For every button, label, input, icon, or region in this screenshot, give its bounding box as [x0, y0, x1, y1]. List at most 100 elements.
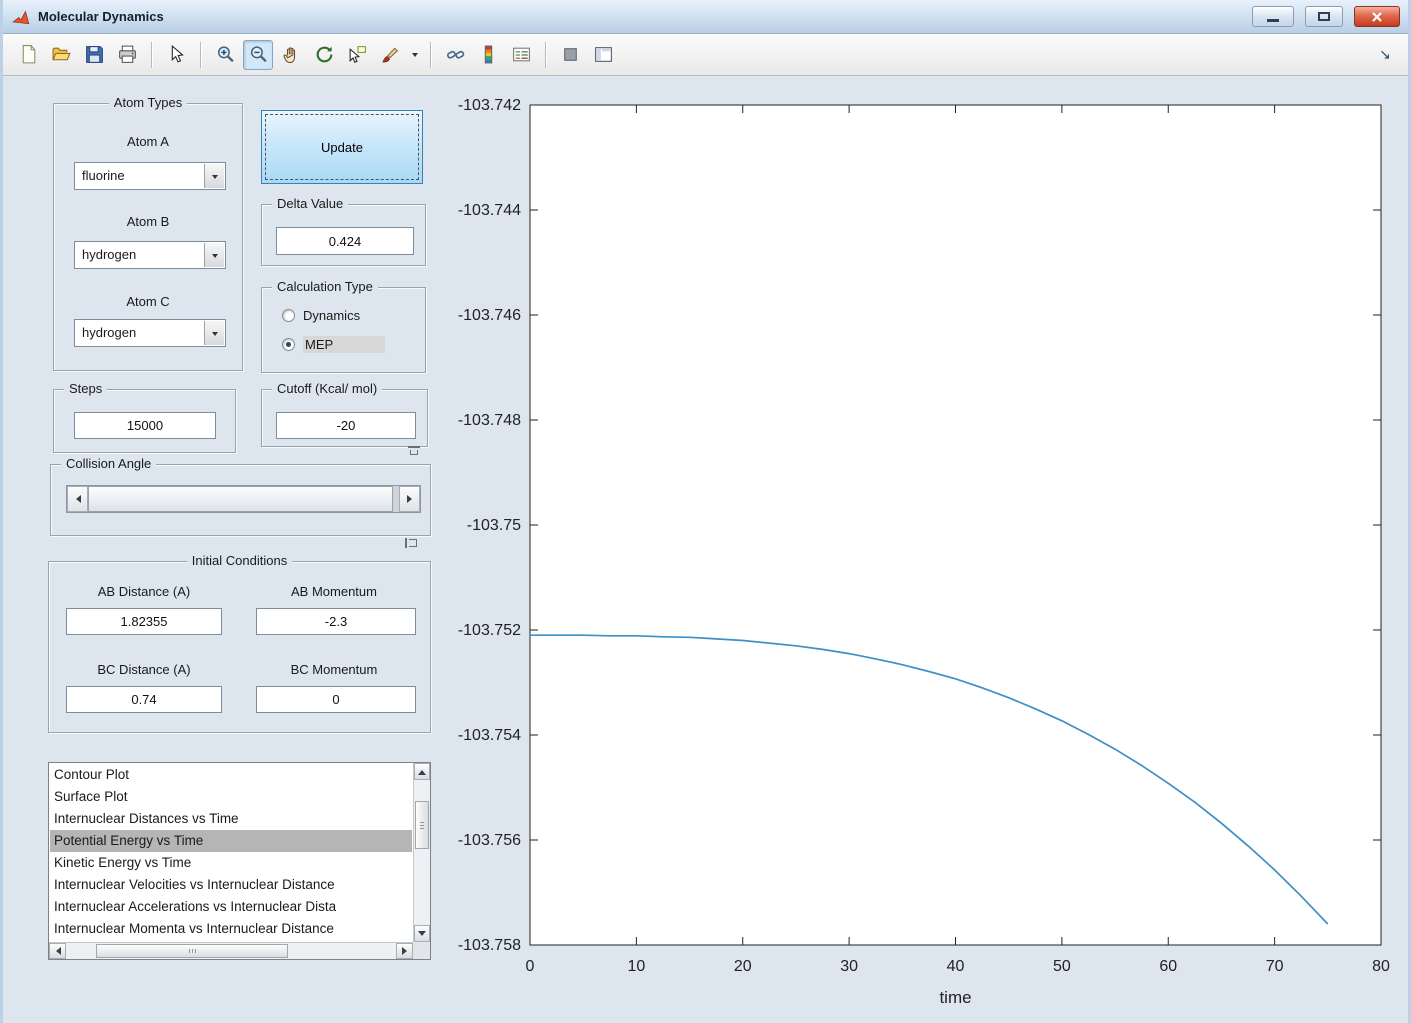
plot-type-list: Contour Plot Surface Plot Internuclear D…: [50, 764, 412, 941]
ab-momentum-input[interactable]: [256, 608, 416, 635]
delta-value-title: Delta Value: [272, 196, 349, 211]
rotate-3d-button[interactable]: [309, 40, 339, 70]
vertical-scrollbar[interactable]: [413, 763, 430, 942]
zoom-in-button[interactable]: [210, 40, 240, 70]
delta-value-input[interactable]: [276, 227, 414, 255]
hand-icon: [283, 47, 295, 64]
data-cursor-button[interactable]: [342, 40, 372, 70]
radio-dynamics[interactable]: Dynamics: [282, 308, 360, 323]
scroll-left-button[interactable]: [49, 943, 66, 959]
list-item[interactable]: Internuclear Velocities vs Internuclear …: [50, 874, 412, 896]
minimize-button[interactable]: [1252, 6, 1294, 27]
bc-momentum-label: BC Momentum: [290, 662, 378, 677]
atom-b-value: hydrogen: [82, 247, 137, 262]
save-figure-button[interactable]: [79, 40, 109, 70]
atom-a-label: Atom A: [127, 134, 169, 149]
collision-angle-slider[interactable]: [66, 485, 421, 513]
update-button[interactable]: Update: [261, 110, 423, 184]
show-plot-tools-button[interactable]: [588, 40, 618, 70]
horizontal-scrollbar[interactable]: [49, 942, 413, 959]
insert-colorbar-button[interactable]: [473, 40, 503, 70]
list-item[interactable]: Internuclear Distances vs Time: [50, 808, 412, 830]
radio-dynamics-label: Dynamics: [303, 308, 361, 323]
cutoff-input[interactable]: [276, 412, 416, 439]
radio-mep-label: MEP: [303, 336, 385, 353]
x-tick-label: 80: [1372, 958, 1390, 975]
dock-figure-button[interactable]: ↘: [1372, 42, 1398, 68]
rotate-icon: [316, 46, 332, 63]
slider-left-button[interactable]: [67, 486, 88, 512]
ab-distance-input[interactable]: [66, 608, 222, 635]
scroll-down-button[interactable]: [414, 925, 430, 942]
hide-plot-tools-button[interactable]: [555, 40, 585, 70]
minimize-icon: [1267, 19, 1279, 22]
titlebar[interactable]: Molecular Dynamics: [3, 0, 1408, 34]
zoom-out-button[interactable]: [243, 39, 273, 70]
edit-plot-button[interactable]: [161, 40, 191, 70]
steps-input[interactable]: [74, 412, 216, 439]
printer-icon: [118, 45, 136, 63]
horizontal-scroll-thumb[interactable]: [96, 944, 288, 958]
colorbar-icon: [484, 45, 492, 64]
arrow-right-icon: [401, 947, 411, 955]
maximize-button[interactable]: [1305, 6, 1343, 27]
print-figure-button[interactable]: [112, 40, 142, 70]
dropdown-button[interactable]: [204, 321, 224, 345]
pan-button[interactable]: [276, 40, 306, 70]
atom-c-select[interactable]: hydrogen: [74, 319, 226, 347]
scroll-up-button[interactable]: [414, 763, 430, 780]
link-plot-button[interactable]: [440, 40, 470, 70]
initial-conditions-title: Initial Conditions: [186, 553, 293, 568]
list-item[interactable]: Internuclear Momenta vs Internuclear Dis…: [50, 918, 412, 940]
arrow-left-icon: [72, 495, 81, 503]
window-title: Molecular Dynamics: [38, 9, 164, 24]
new-figure-button[interactable]: [13, 40, 43, 70]
radio-mep[interactable]: MEP: [282, 336, 385, 353]
atom-b-select[interactable]: hydrogen: [74, 241, 226, 269]
plot-type-listbox: Contour Plot Surface Plot Internuclear D…: [48, 762, 431, 960]
list-item[interactable]: Surface Plot: [50, 786, 412, 808]
atom-a-select[interactable]: fluorine: [74, 162, 226, 190]
insert-legend-button[interactable]: [506, 40, 536, 70]
list-item[interactable]: Contour Plot: [50, 764, 412, 786]
chevron-down-icon: [211, 331, 218, 339]
y-tick-label: -103.748: [458, 412, 521, 429]
ab-momentum-label: AB Momentum: [291, 584, 377, 599]
radio-icon: [282, 309, 295, 322]
list-item[interactable]: Kinetic Energy vs Time: [50, 852, 412, 874]
close-button[interactable]: [1354, 6, 1400, 27]
app-window: Molecular Dynamics ↘ Atom Types Atom A f…: [0, 0, 1411, 1023]
open-file-button[interactable]: [46, 40, 76, 70]
vertical-scroll-thumb[interactable]: [415, 801, 429, 849]
hide-plot-tools-icon: [563, 48, 577, 61]
chevron-down-icon: [211, 174, 218, 182]
open-folder-icon: [51, 47, 71, 61]
pointer-arrow-icon: [171, 44, 184, 63]
brush-data-button[interactable]: [375, 40, 405, 70]
ab-distance-label: AB Distance (A): [97, 584, 191, 599]
list-item[interactable]: Internuclear Accelerations vs Internucle…: [50, 896, 412, 918]
list-item[interactable]: Potential Energy vs Time: [50, 830, 412, 852]
x-tick-label: 30: [840, 958, 858, 975]
x-tick-label: 0: [526, 958, 535, 975]
scroll-right-button[interactable]: [396, 943, 413, 959]
slider-thumb[interactable]: [88, 486, 393, 512]
initial-conditions-panel: Initial Conditions AB Distance (A) AB Mo…: [48, 553, 431, 733]
dropdown-button[interactable]: [204, 164, 224, 188]
bc-distance-input[interactable]: [66, 686, 222, 713]
zoom-out-icon: [250, 46, 267, 63]
toolbar-separator: [430, 41, 431, 68]
dropdown-button[interactable]: [204, 243, 224, 267]
y-tick-label: -103.746: [458, 307, 521, 324]
x-tick-label: 50: [1053, 958, 1071, 975]
y-tick-label: -103.754: [458, 727, 521, 744]
slider-right-button[interactable]: [399, 486, 420, 512]
chart[interactable]: 0 10 20 30 40 50 60 70 80 -103.742 -103.744 -103.74…: [433, 90, 1408, 1020]
arrow-right-icon: [406, 495, 416, 503]
x-tick-label: 70: [1266, 958, 1284, 975]
y-tick-label: -103.742: [458, 97, 521, 114]
brush-dropdown-button[interactable]: [408, 40, 421, 70]
plot-area[interactable]: [530, 105, 1381, 945]
toolbar: ↘: [3, 34, 1408, 76]
bc-momentum-input[interactable]: [256, 686, 416, 713]
